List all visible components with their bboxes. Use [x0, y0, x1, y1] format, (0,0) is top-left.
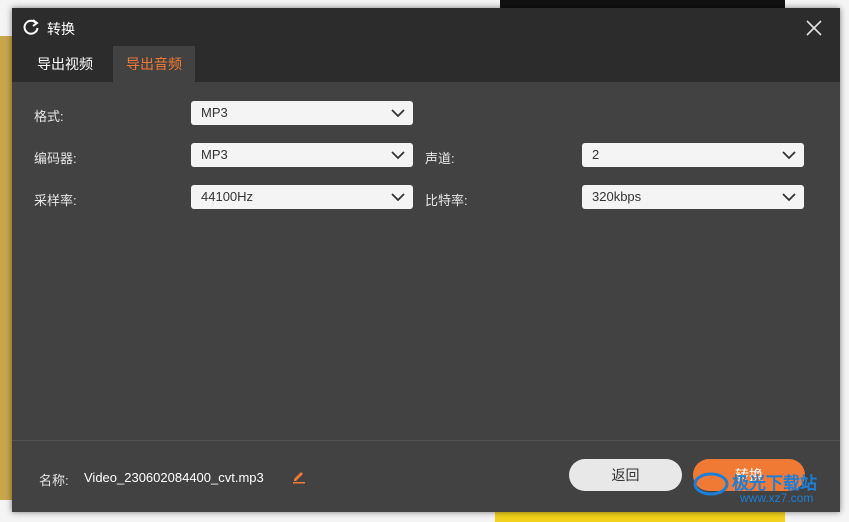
sample-rate-select[interactable]: 44100Hz [191, 185, 413, 209]
chevron-down-icon [391, 109, 405, 118]
close-icon[interactable] [802, 16, 826, 40]
convert-dialog: 转换 导出视频 导出音频 格式: MP3 编码器: MP3 声道: 2 采样率:… [12, 8, 840, 512]
dialog-title: 转换 [47, 21, 75, 37]
sample-rate-label: 采样率: [34, 193, 77, 208]
chevron-down-icon [391, 151, 405, 160]
filename-label: 名称: [39, 473, 69, 488]
encoder-label: 编码器: [34, 151, 77, 166]
channels-label: 声道: [425, 151, 455, 166]
format-value: MP3 [201, 105, 228, 120]
convert-icon [23, 19, 39, 35]
tab-export-video[interactable]: 导出视频 [28, 46, 102, 82]
sample-rate-value: 44100Hz [201, 189, 254, 204]
channels-select[interactable]: 2 [582, 143, 804, 167]
watermark-logo-icon [693, 472, 729, 496]
bitrate-label: 比特率: [425, 193, 468, 208]
background-left-edge [0, 36, 12, 500]
dialog-titlebar: 转换 [12, 8, 840, 46]
edit-icon[interactable] [291, 468, 307, 484]
watermark: 极光下载站 www.xz7.com [692, 467, 842, 507]
bitrate-select[interactable]: 320kbps [582, 185, 804, 209]
footer-divider [12, 440, 840, 441]
encoder-value: MP3 [201, 147, 228, 162]
encoder-select[interactable]: MP3 [191, 143, 413, 167]
chevron-down-icon [782, 151, 796, 160]
back-button[interactable]: 返回 [569, 459, 682, 491]
filename-value: Video_230602084400_cvt.mp3 [84, 470, 264, 485]
channels-value: 2 [592, 147, 600, 162]
format-label: 格式: [34, 109, 64, 124]
format-select[interactable]: MP3 [191, 101, 413, 125]
chevron-down-icon [391, 193, 405, 202]
tab-bar: 导出视频 导出音频 [12, 46, 840, 82]
watermark-url: www.xz7.com [740, 491, 814, 505]
chevron-down-icon [782, 193, 796, 202]
tab-export-audio[interactable]: 导出音频 [113, 46, 195, 82]
bitrate-value: 320kbps [592, 189, 642, 204]
